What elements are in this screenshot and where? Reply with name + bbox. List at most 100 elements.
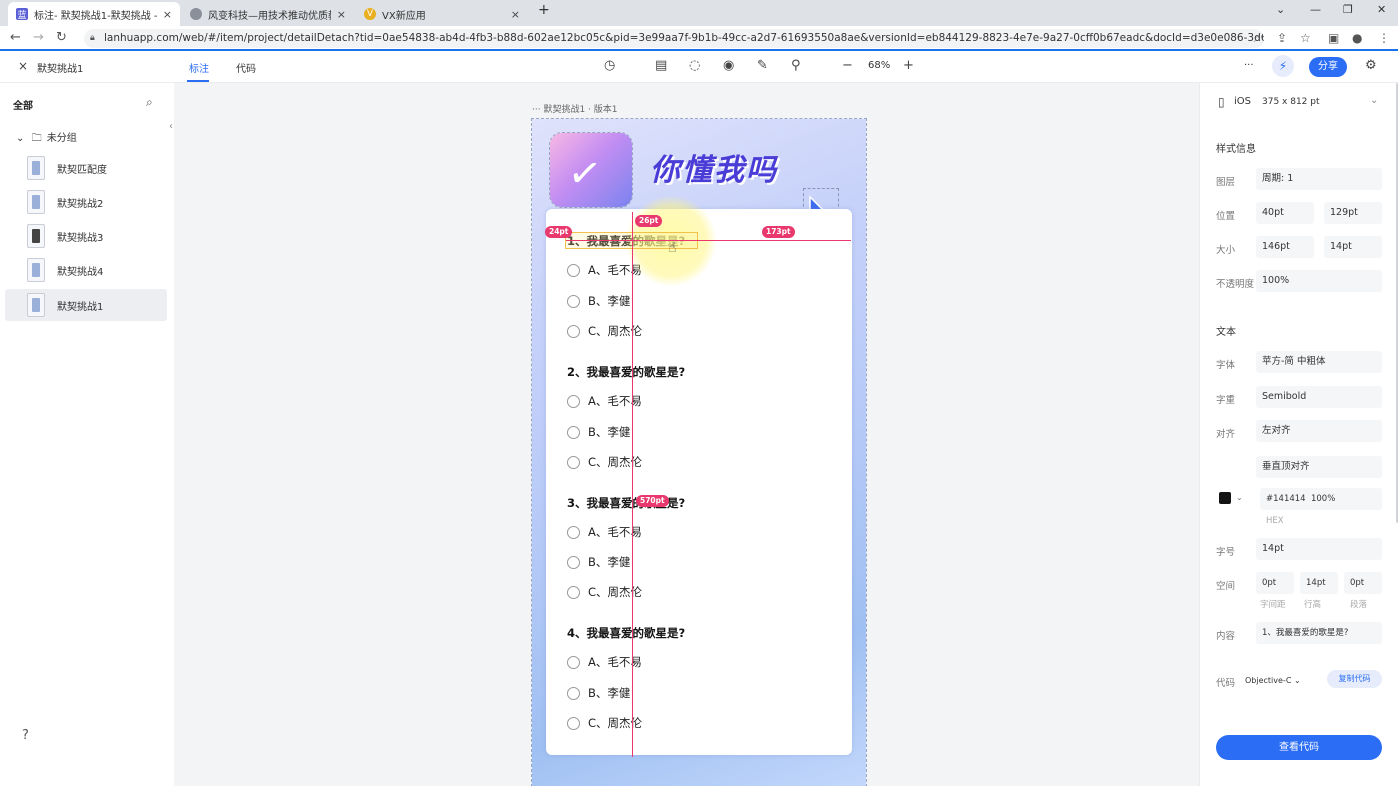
settings-icon[interactable]: ⚙ — [1365, 58, 1377, 73]
sidebar-toggle-icon[interactable]: ▣ — [1328, 31, 1339, 45]
close-tab-icon[interactable]: × — [163, 8, 172, 21]
question-title[interactable]: 2、我最喜爱的歌星是? — [567, 364, 685, 380]
radio-icon[interactable] — [567, 716, 580, 730]
bookmark-star-icon[interactable]: ☆ — [1300, 31, 1311, 45]
radio-icon[interactable] — [567, 585, 580, 599]
option-row[interactable]: B、李健 — [567, 293, 630, 309]
new-tab-button[interactable]: + — [538, 2, 550, 18]
opacity-value[interactable]: 100% — [1256, 270, 1382, 292]
preview-eye-icon[interactable]: ◉ — [723, 58, 734, 73]
zoom-icon[interactable]: ⌕ — [1254, 31, 1261, 46]
radio-icon[interactable] — [567, 294, 580, 308]
option-row[interactable]: A、毛不易 — [567, 393, 642, 409]
radio-icon[interactable] — [567, 425, 580, 439]
question-title[interactable]: 4、我最喜爱的歌星是? — [567, 625, 685, 641]
tab-search-chevron-icon[interactable]: ⌄ — [1276, 3, 1285, 16]
zoom-out-button[interactable]: − — [842, 58, 853, 73]
artboard-title[interactable]: 你懂我吗 — [650, 145, 778, 189]
page-item[interactable]: 默契挑战2 — [5, 186, 167, 218]
radio-icon[interactable] — [567, 655, 580, 669]
close-doc-icon[interactable]: × — [18, 59, 28, 73]
option-row[interactable]: C、周杰伦 — [567, 454, 642, 470]
browser-tab-lanhu[interactable]: 蓝 标注- 默契挑战1-默契挑战 - 蓝湖 × — [8, 2, 180, 26]
copy-code-button[interactable]: 复制代码 — [1327, 670, 1382, 688]
option-row[interactable]: C、周杰伦 — [567, 584, 642, 600]
back-icon[interactable]: ← — [10, 30, 21, 45]
browser-tab-vx[interactable]: V VX新应用 × — [356, 2, 528, 26]
page-item[interactable]: 默契匹配度 — [5, 152, 167, 184]
search-icon[interactable]: ⌕ — [146, 95, 153, 110]
page-item-selected[interactable]: 默契挑战1 — [5, 289, 167, 321]
device-platform[interactable]: iOS — [1234, 96, 1251, 107]
more-dots-icon[interactable]: ··· — [532, 105, 541, 115]
page-item[interactable]: 默契挑战3 — [5, 220, 167, 252]
size-height[interactable]: 14pt — [1324, 236, 1382, 258]
comment-icon[interactable]: ◌ — [689, 58, 700, 73]
position-x[interactable]: 40pt — [1256, 202, 1314, 224]
chevron-down-icon[interactable]: ⌄ — [1236, 493, 1243, 502]
profile-icon[interactable]: ● — [1352, 31, 1362, 45]
tab-code[interactable]: 代码 — [236, 60, 256, 75]
view-code-button[interactable]: 查看代码 — [1216, 735, 1382, 760]
option-row[interactable]: A、毛不易 — [567, 654, 642, 670]
reload-icon[interactable]: ↻ — [56, 30, 67, 45]
radio-icon[interactable] — [567, 686, 580, 700]
forward-icon[interactable]: → — [33, 30, 44, 45]
radio-icon[interactable] — [567, 555, 580, 569]
url-field[interactable]: 🔒︎ lanhuapp.com/web/#/item/project/detai… — [84, 29, 1264, 48]
radio-icon[interactable] — [567, 263, 580, 277]
close-tab-icon[interactable]: × — [337, 8, 346, 21]
option-row[interactable]: A、毛不易 — [567, 524, 642, 540]
code-language-select[interactable]: Objective-C ⌄ — [1245, 676, 1301, 685]
option-row[interactable]: B、李健 — [567, 685, 630, 701]
page-item[interactable]: 默契挑战4 — [5, 254, 167, 286]
close-window-icon[interactable]: ✕ — [1377, 3, 1386, 16]
tab-annotate[interactable]: 标注 — [189, 60, 209, 75]
more-menu[interactable]: ··· — [1244, 60, 1254, 71]
weight-value[interactable]: Semibold — [1256, 386, 1382, 408]
minimize-icon[interactable]: — — [1310, 3, 1321, 16]
radio-icon[interactable] — [567, 394, 580, 408]
checkmark-cube-image[interactable]: ✓ — [549, 132, 633, 208]
font-value[interactable]: 苹方-简 中粗体 — [1256, 351, 1382, 373]
radio-icon[interactable] — [567, 324, 580, 338]
size-width[interactable]: 146pt — [1256, 236, 1314, 258]
color-swatch[interactable] — [1219, 492, 1231, 504]
brush-icon[interactable]: ✎ — [757, 58, 768, 73]
help-icon[interactable]: ? — [22, 728, 29, 743]
browser-menu-icon[interactable]: ⋮ — [1378, 31, 1390, 45]
font-size-value[interactable]: 14pt — [1256, 538, 1382, 560]
color-picker-icon[interactable]: ⚲ — [791, 58, 801, 73]
color-value[interactable]: #141414 100% — [1260, 488, 1382, 510]
lightning-icon[interactable]: ⚡ — [1272, 55, 1294, 77]
radio-icon[interactable] — [567, 455, 580, 469]
position-y[interactable]: 129pt — [1324, 202, 1382, 224]
restore-icon[interactable]: ❐ — [1343, 3, 1353, 16]
zoom-in-button[interactable]: + — [903, 58, 914, 73]
line-height-value[interactable]: 14pt — [1300, 572, 1338, 594]
folder-ungrouped[interactable]: ⌄ 🗀︎ 未分组 — [16, 129, 77, 148]
option-row[interactable]: C、周杰伦 — [567, 715, 642, 731]
share-button[interactable]: 分享 — [1309, 57, 1347, 77]
letter-spacing-value[interactable]: 0pt — [1256, 572, 1294, 594]
collapse-sidebar-icon[interactable]: ‹ — [169, 121, 173, 132]
radio-icon[interactable] — [567, 525, 580, 539]
content-value[interactable]: 1、我最喜爱的歌星是? — [1256, 622, 1382, 644]
paragraph-value[interactable]: 0pt — [1344, 572, 1382, 594]
history-icon[interactable]: ◷ — [604, 58, 615, 73]
share-page-icon[interactable]: ⇪ — [1277, 31, 1287, 45]
vertical-align-value[interactable]: 垂直顶对齐 — [1256, 456, 1382, 478]
option-row[interactable]: B、李健 — [567, 424, 630, 440]
code-label: 代码 — [1216, 678, 1236, 689]
close-tab-icon[interactable]: × — [511, 8, 520, 21]
chevron-down-icon[interactable]: ⌄ — [1370, 95, 1378, 106]
device-size[interactable]: 375 x 812 pt — [1262, 97, 1320, 107]
layer-value[interactable]: 周期: 1 — [1256, 168, 1382, 190]
document-icon[interactable]: ▤ — [655, 58, 667, 73]
option-row[interactable]: A、毛不易 — [567, 262, 642, 278]
option-row[interactable]: C、周杰伦 — [567, 323, 642, 339]
browser-tab-fengbian[interactable]: 风变科技—用技术推动优质教育 × — [182, 2, 354, 26]
option-row[interactable]: B、李健 — [567, 554, 630, 570]
align-label: 对齐 — [1216, 429, 1236, 440]
align-value[interactable]: 左对齐 — [1256, 420, 1382, 442]
